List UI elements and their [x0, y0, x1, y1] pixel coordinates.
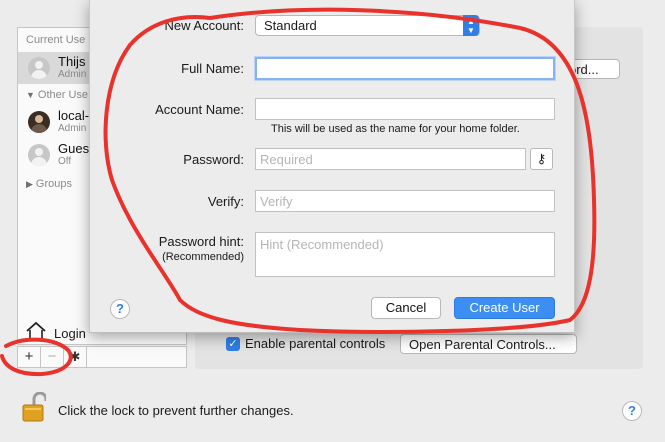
- annotation-loop-add-button: [0, 337, 73, 377]
- annotation-loop-dialog: [103, 7, 597, 334]
- red-annotation-overlay: [0, 7, 597, 377]
